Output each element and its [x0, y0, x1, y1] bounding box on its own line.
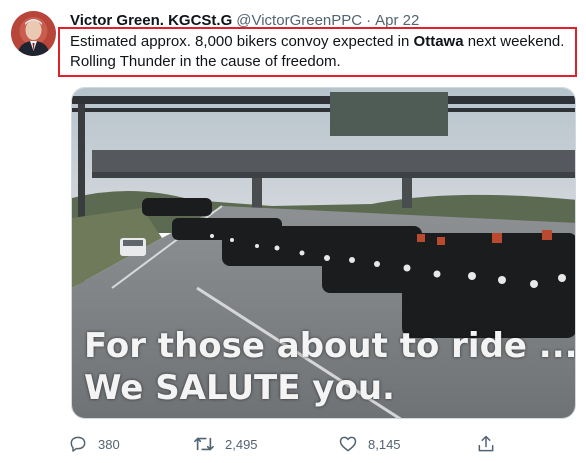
tweet-text-bold: Ottawa — [413, 33, 464, 50]
share-icon — [478, 435, 494, 452]
retweet-icon — [194, 437, 214, 451]
image-caption-line1: For those about to ride ... — [84, 326, 576, 366]
action-bar: 380 2,495 8,145 — [62, 429, 532, 459]
retweet-button[interactable]: 2,495 — [193, 429, 258, 459]
reply-button[interactable]: 380 — [68, 429, 120, 459]
like-button[interactable]: 8,145 — [338, 429, 401, 459]
heart-icon — [339, 436, 357, 452]
reply-icon — [70, 436, 86, 452]
tweet-text-line2: Rolling Thunder in the cause of freedom. — [70, 53, 341, 70]
image-caption-line2: We SALUTE you. — [84, 368, 395, 408]
tweet-image[interactable]: For those about to ride ... We SALUTE yo… — [71, 87, 576, 419]
tweet-text-part1: Estimated approx. 8,000 bikers convoy ex… — [70, 33, 414, 50]
tweet-text-part2: next weekend. — [463, 33, 565, 50]
avatar[interactable] — [11, 11, 56, 56]
like-count: 8,145 — [368, 436, 401, 452]
retweet-count: 2,495 — [225, 436, 258, 452]
share-button[interactable] — [476, 429, 506, 459]
tweet-text-line1: Estimated approx. 8,000 bikers convoy ex… — [70, 32, 570, 52]
tweet-text: Estimated approx. 8,000 bikers convoy ex… — [70, 32, 570, 72]
reply-count: 380 — [98, 436, 120, 452]
